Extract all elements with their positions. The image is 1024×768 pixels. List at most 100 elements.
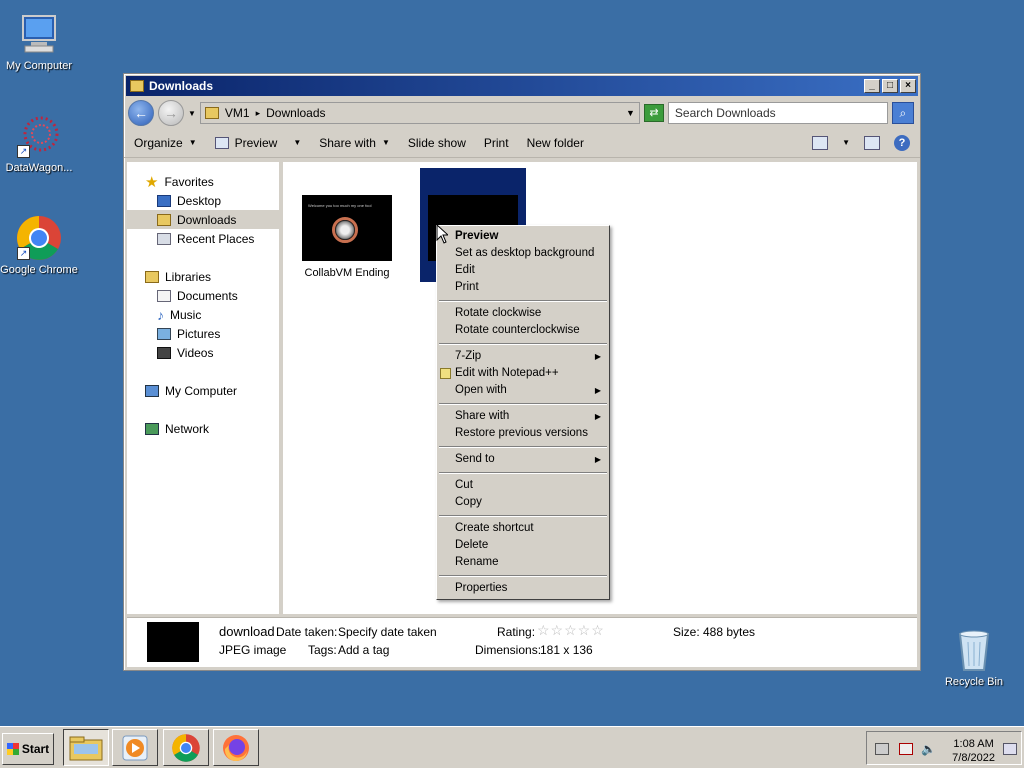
menu-item-cut[interactable]: Cut (437, 477, 609, 494)
dropdown-arrow-icon: ▼ (293, 138, 302, 147)
address-field[interactable]: VM1 ▸ Downloads ▼ (199, 102, 640, 124)
menu-item-edit-with-notepad[interactable]: Edit with Notepad++ (437, 365, 609, 382)
menu-item-copy[interactable]: Copy (437, 494, 609, 511)
size-value: 488 bytes (703, 625, 756, 639)
network-icon (145, 422, 159, 435)
back-button[interactable]: ← (128, 100, 154, 126)
desktop-icon-google-chrome[interactable]: ↗ Google Chrome (0, 214, 78, 276)
media-player-icon (122, 735, 148, 760)
details-filename: download (219, 624, 275, 639)
view-dropdown-icon[interactable]: ▼ (842, 138, 850, 147)
nav-desktop[interactable]: Desktop (127, 191, 279, 210)
new-folder-button[interactable]: New folder (527, 136, 584, 150)
menu-item-rotate-counterclockwise[interactable]: Rotate counterclockwise (437, 322, 609, 339)
forward-button[interactable]: → (158, 100, 184, 126)
start-button[interactable]: Start (2, 733, 54, 765)
menu-item-preview[interactable]: Preview (437, 228, 609, 245)
minimize-button[interactable]: _ (864, 79, 880, 93)
menu-separator (437, 339, 609, 348)
print-button[interactable]: Print (484, 136, 509, 150)
volume-icon[interactable]: 🔈 (921, 743, 936, 755)
menu-separator (437, 511, 609, 520)
menu-item-properties[interactable]: Properties (437, 580, 609, 597)
taskbar-firefox-button[interactable] (213, 729, 259, 766)
nav-music[interactable]: ♪ Music (127, 305, 279, 324)
computer-icon (15, 10, 63, 58)
search-icon[interactable]: ⌕ (891, 102, 914, 124)
submenu-arrow-icon: ▶ (594, 386, 601, 395)
slide-show-button[interactable]: Slide show (408, 136, 466, 150)
desktop-icon-datawagon[interactable]: ↗ DataWagon... (0, 112, 78, 174)
taskbar-explorer-button[interactable] (63, 729, 109, 766)
nav-downloads[interactable]: Downloads (127, 210, 279, 229)
menu-item-restore-previous-versions[interactable]: Restore previous versions (437, 425, 609, 442)
menu-item-send-to[interactable]: Send to ▶ (437, 451, 609, 468)
clock[interactable]: 1:08 AM 7/8/2022 (952, 737, 995, 765)
taskbar: Start 🔈 1:08 AM 7/8/2022 (0, 726, 1024, 768)
nav-network[interactable]: Network (127, 419, 279, 438)
window-title: Downloads (149, 79, 214, 93)
nav-label: Downloads (177, 212, 237, 227)
desktop-icon-recycle-bin[interactable]: Recycle Bin (935, 626, 1013, 688)
desktop-icon-my-computer[interactable]: My Computer (0, 10, 78, 72)
close-button[interactable]: × (900, 79, 916, 93)
nav-recent-places[interactable]: Recent Places (127, 229, 279, 248)
nav-label: Favorites (164, 174, 214, 189)
nav-documents[interactable]: Documents (127, 286, 279, 305)
nav-favorites[interactable]: ★ Favorites (127, 172, 279, 191)
show-desktop-icon[interactable] (1003, 743, 1017, 755)
menu-item-set-desktop-background[interactable]: Set as desktop background (437, 245, 609, 262)
desktop-icon-label: DataWagon... (5, 162, 73, 174)
dimensions-value: 181 x 136 (540, 643, 593, 657)
nav-pictures[interactable]: Pictures (127, 324, 279, 343)
file-thumbnail: Welcome you too much my one fool (302, 195, 392, 261)
taskbar-media-player-button[interactable] (112, 729, 158, 766)
taskbar-chrome-button[interactable] (163, 729, 209, 766)
breadcrumb-root[interactable]: VM1 (225, 106, 250, 120)
libraries-icon (145, 270, 159, 283)
share-with-button[interactable]: Share with ▼ (319, 136, 390, 150)
organize-button[interactable]: Organize ▼ (134, 136, 197, 150)
maximize-button[interactable]: □ (882, 79, 898, 93)
nav-label: Music (170, 307, 202, 322)
network-tray-icon[interactable] (875, 743, 889, 755)
refresh-button[interactable]: ⇄ (643, 104, 664, 122)
rating-stars[interactable]: ☆☆☆☆☆ (537, 622, 605, 639)
help-icon[interactable]: ? (894, 134, 910, 151)
menu-item-rename[interactable]: Rename (437, 554, 609, 571)
date-taken-value[interactable]: Specify date taken (338, 625, 437, 639)
menu-item-print[interactable]: Print (437, 279, 609, 296)
menu-item-rotate-clockwise[interactable]: Rotate clockwise (437, 305, 609, 322)
title-bar[interactable]: Downloads _ □ × (126, 76, 918, 96)
nav-libraries[interactable]: Libraries (127, 267, 279, 286)
windows-logo-icon (6, 743, 19, 755)
pictures-icon (157, 327, 171, 340)
tags-label: Tags: (308, 643, 337, 657)
menu-item-create-shortcut[interactable]: Create shortcut (437, 520, 609, 537)
preview-button[interactable]: Preview ▼ (214, 136, 302, 150)
nav-my-computer[interactable]: My Computer (127, 381, 279, 400)
menu-item-label: 7-Zip (455, 350, 482, 362)
change-view-icon[interactable] (812, 135, 829, 150)
tags-value[interactable]: Add a tag (338, 643, 389, 657)
menu-item-open-with[interactable]: Open with ▶ (437, 382, 609, 399)
address-dropdown-icon[interactable]: ▼ (626, 108, 635, 118)
file-item[interactable]: Welcome you too much my one fool CollabV… (301, 195, 393, 279)
breadcrumb-separator-icon[interactable]: ▸ (256, 108, 261, 119)
nav-label: Libraries (165, 269, 212, 284)
menu-item-7zip[interactable]: 7-Zip ▶ (437, 348, 609, 365)
breadcrumb-folder[interactable]: Downloads (266, 106, 325, 120)
system-tray: 🔈 1:08 AM 7/8/2022 (866, 731, 1022, 765)
preview-pane-icon[interactable] (864, 135, 880, 150)
menu-item-edit[interactable]: Edit (437, 262, 609, 279)
desktop-icon-label: My Computer (5, 60, 73, 72)
menu-item-delete[interactable]: Delete (437, 537, 609, 554)
details-thumbnail (147, 622, 199, 662)
nav-label: My Computer (165, 383, 238, 398)
search-input[interactable]: Search Downloads (667, 102, 888, 124)
recent-pages-dropdown-icon[interactable]: ▼ (188, 109, 196, 118)
action-center-tray-icon[interactable] (899, 743, 913, 755)
menu-item-share-with[interactable]: Share with ▶ (437, 408, 609, 425)
menu-item-label: Open with (455, 384, 507, 396)
nav-videos[interactable]: Videos (127, 343, 279, 362)
